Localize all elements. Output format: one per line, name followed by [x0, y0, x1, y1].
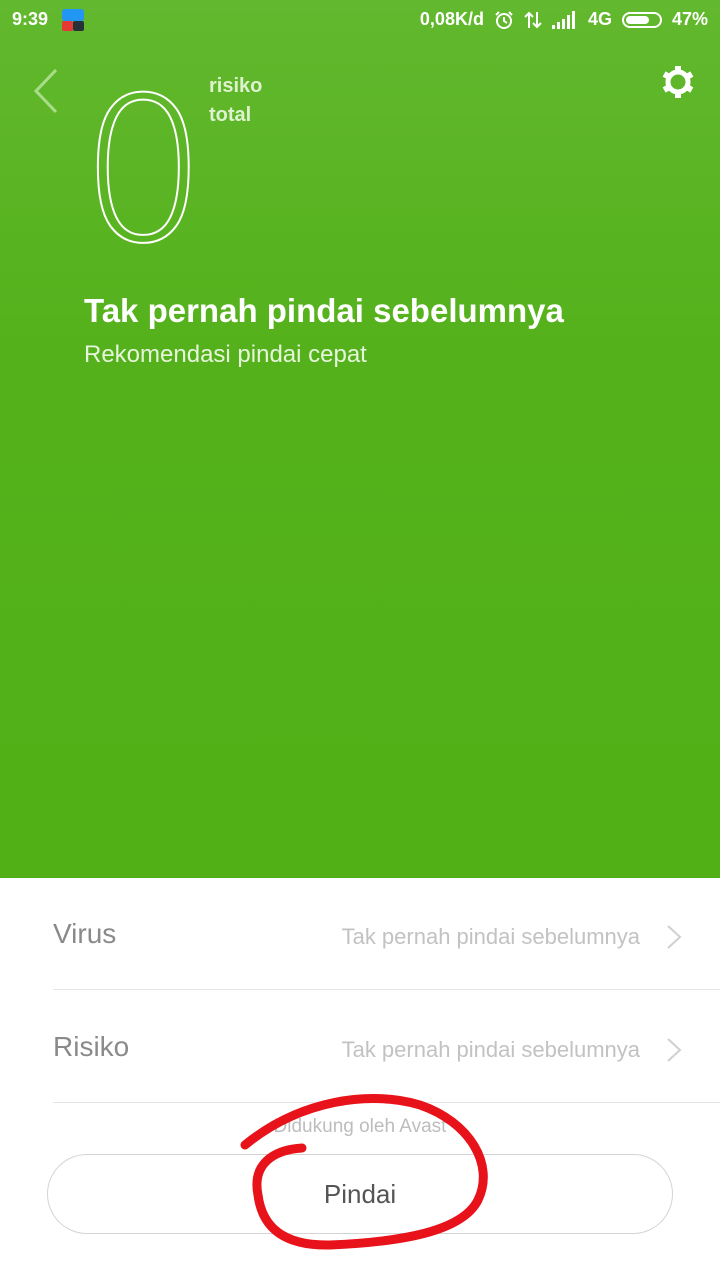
chevron-left-icon	[33, 68, 58, 114]
hero-panel: 9:39 0,08K/d 4G 47% 0 risiko total Tak p…	[0, 0, 720, 878]
risk-count: 0	[79, 55, 208, 288]
signal-icon	[551, 10, 575, 29]
row-label: Virus	[53, 918, 117, 949]
scan-button[interactable]: Pindai	[47, 1154, 673, 1234]
network-speed: 0,08K/d	[419, 9, 484, 29]
scan-recommendation: Rekomendasi pindai cepat	[84, 341, 367, 368]
back-button[interactable]	[28, 66, 68, 116]
list-item-risiko[interactable]: Risiko Tak pernah pindai sebelumnya	[53, 991, 720, 1103]
network-type: 4G	[587, 9, 612, 29]
risk-label-line1: risiko	[209, 75, 263, 97]
chevron-right-icon	[667, 925, 682, 949]
data-transfer-icon	[524, 11, 542, 28]
risk-label-line2: total	[209, 104, 252, 126]
battery-percent: 47%	[671, 9, 708, 29]
row-status: Tak pernah pindai sebelumnya	[341, 924, 640, 949]
battery-level-fill	[625, 15, 649, 24]
gear-icon	[662, 66, 694, 98]
scan-status-title: Tak pernah pindai sebelumnya	[84, 292, 564, 329]
row-status: Tak pernah pindai sebelumnya	[341, 1037, 640, 1062]
risk-count-label: risiko total	[209, 72, 262, 130]
status-time: 9:39	[12, 9, 49, 29]
battery-icon	[621, 11, 662, 28]
status-right-group: 0,08K/d 4G 47%	[420, 9, 708, 30]
row-label: Risiko	[53, 1031, 130, 1062]
powered-by-text: Didukung oleh Avast	[273, 1116, 447, 1137]
chevron-right-icon	[667, 1038, 682, 1062]
list-item-virus[interactable]: Virus Tak pernah pindai sebelumnya	[53, 878, 720, 990]
alarm-icon	[495, 10, 513, 29]
settings-button[interactable]	[658, 62, 698, 102]
app-notification-icon	[62, 9, 84, 31]
security-scan-screen: 9:39 0,08K/d 4G 47% 0 risiko total Tak p…	[0, 0, 720, 1280]
status-bar: 9:39 0,08K/d 4G 47%	[0, 0, 720, 40]
